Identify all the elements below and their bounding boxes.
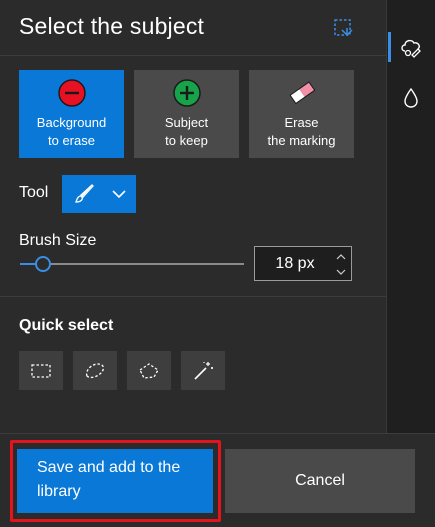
chevron-down-icon bbox=[112, 189, 126, 199]
brush-size-value[interactable]: 18 px bbox=[255, 247, 335, 280]
brush-size-input[interactable]: 18 px bbox=[254, 246, 352, 281]
slider-thumb[interactable] bbox=[34, 256, 51, 272]
background-removal-window: Select the subject Background to erase S… bbox=[0, 0, 435, 527]
background-to-erase-button[interactable]: Background to erase bbox=[19, 70, 124, 158]
brush-size-slider[interactable] bbox=[20, 254, 244, 274]
right-tool-rail bbox=[386, 0, 435, 433]
quick-select-label: Quick select bbox=[19, 317, 114, 334]
tool-label: Tool bbox=[19, 184, 49, 201]
rail-active-indicator bbox=[388, 32, 391, 62]
drop-icon[interactable] bbox=[397, 84, 425, 112]
mode-label-subject: Subject to keep bbox=[164, 115, 209, 148]
brush-icon bbox=[73, 183, 95, 205]
mode-label-background: Background to erase bbox=[36, 115, 107, 148]
plus-circle-icon bbox=[172, 78, 202, 108]
eraser-icon bbox=[287, 78, 317, 108]
cancel-button[interactable]: Cancel bbox=[225, 449, 415, 513]
tool-dropdown[interactable] bbox=[62, 175, 136, 213]
minus-circle-icon bbox=[57, 78, 87, 108]
footer-bar: Save and add to the library Cancel bbox=[0, 433, 435, 527]
select-subject-panel: Select the subject Background to erase S… bbox=[0, 0, 386, 433]
subject-to-keep-button[interactable]: Subject to keep bbox=[134, 70, 239, 158]
decrease-chevron-down-icon[interactable] bbox=[335, 266, 347, 278]
brush-size-label: Brush Size bbox=[19, 232, 97, 249]
lasso-select-button[interactable] bbox=[73, 351, 117, 390]
mode-label-erase: Erase the marking bbox=[267, 115, 336, 148]
save-and-add-button[interactable]: Save and add to the library bbox=[17, 449, 213, 513]
section-divider bbox=[0, 296, 386, 297]
magic-wand-button[interactable] bbox=[181, 351, 225, 390]
lasso-select-icon bbox=[83, 361, 107, 381]
panel-title: Select the subject bbox=[19, 13, 205, 39]
increase-chevron-up-icon[interactable] bbox=[335, 250, 347, 262]
title-divider bbox=[0, 55, 386, 56]
magic-wand-icon bbox=[192, 360, 214, 382]
undo-selection-icon[interactable] bbox=[333, 18, 355, 40]
polygon-select-icon bbox=[137, 361, 161, 381]
erase-marking-button[interactable]: Erase the marking bbox=[249, 70, 354, 158]
slider-track bbox=[20, 263, 244, 265]
background-removal-icon[interactable] bbox=[397, 33, 425, 61]
rectangle-select-button[interactable] bbox=[19, 351, 63, 390]
rectangle-select-icon bbox=[30, 362, 52, 380]
polygon-select-button[interactable] bbox=[127, 351, 171, 390]
